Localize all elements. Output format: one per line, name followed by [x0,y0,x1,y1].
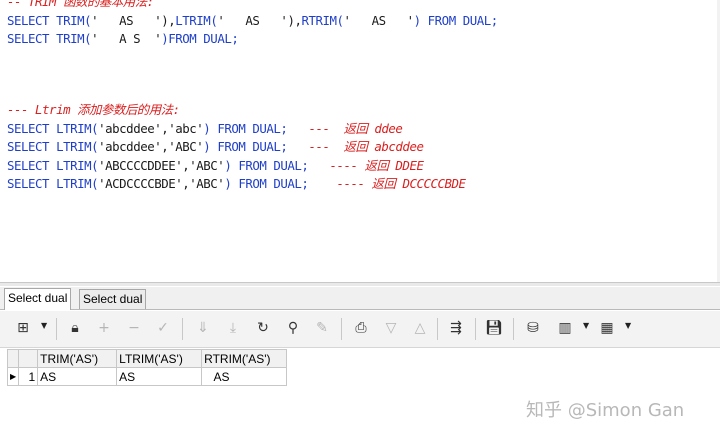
code-token: 'ABCCCCDDEE','ABC' [98,158,225,173]
toolbar-separator [341,318,342,340]
code-token: ), [161,13,176,28]
print-icon[interactable]: ⎙ [350,317,372,339]
code-token: 'ACDCCCCBDE','ABC' [98,176,225,191]
clear-icon[interactable]: ✎ [311,317,333,339]
code-token: 'abcddee','abc' [98,121,204,136]
dropdown-arrow-icon[interactable]: ▼ [41,321,47,330]
code-line[interactable]: -- TRIM 函数的基本用法: [7,0,154,11]
column-header[interactable]: RTRIM('AS') [201,349,288,368]
column-header[interactable]: TRIM('AS') [37,349,118,368]
find-icon[interactable]: ⚲ [282,317,304,339]
chart-icon[interactable]: ▥ [554,317,576,339]
post-changes-icon[interactable]: ✓ [152,317,174,339]
code-token: SELECT TRIM( [7,31,92,46]
result-grid: TRIM('AS') LTRIM('AS') RTRIM('AS') ▶ 1 A… [6,349,288,386]
code-line[interactable]: SELECT LTRIM('abcddee','abc') FROM DUAL;… [7,120,403,138]
toolbar-separator [56,318,57,340]
code-token: ) FROM DUAL; [413,13,499,28]
toolbar-separator [437,318,438,340]
result-tabs: Select dual Select dual [0,287,720,310]
grid-view-icon[interactable]: ⊞ [12,317,34,339]
code-line[interactable]: SELECT LTRIM('ABCCCCDDEE','ABC') FROM DU… [7,157,424,175]
tab-select-dual-1[interactable]: Select dual [4,288,72,310]
last-page-icon[interactable]: ⤓ [222,317,244,339]
dropdown-arrow-icon[interactable]: ▼ [625,321,631,330]
tab-select-dual-2[interactable]: Select dual [79,289,147,309]
code-token: ' AS ' [217,13,288,28]
code-line[interactable]: --- Ltrim 添加参数后的用法: [7,101,180,119]
query-by-example-icon[interactable]: ⇶ [445,317,467,339]
code-token: SELECT LTRIM( [7,139,99,154]
corner-cell [6,349,20,368]
pane-splitter[interactable] [0,283,720,286]
toolbar-separator [475,318,476,340]
code-token: --- Ltrim 添加参数后的用法: [7,102,180,117]
code-token: ' A S ' [91,31,162,46]
code-token: --- 返回 abcddee [308,139,424,154]
watermark: 知乎 @Simon Gan [526,400,685,421]
row-indicator-icon: ▶ [6,367,20,386]
add-row-icon[interactable]: + [93,317,115,339]
delete-row-icon[interactable]: − [123,317,145,339]
code-token: ), [287,13,302,28]
table-icon[interactable]: ▦ [596,317,618,339]
code-token: ' AS ' [343,13,415,28]
code-token: SELECT LTRIM( [7,176,99,191]
code-token: ) FROM DUAL; [224,158,330,173]
toolbar-separator [513,318,514,340]
refresh-icon[interactable]: ↻ [252,317,274,339]
code-token: SELECT LTRIM( [7,121,99,136]
code-line[interactable]: SELECT LTRIM('abcddee','ABC') FROM DUAL;… [7,138,424,156]
column-header[interactable]: LTRIM('AS') [116,349,203,368]
move-down-icon[interactable]: ▽ [380,317,402,339]
code-token: --- 返回 ddee [308,121,403,136]
sql-editor[interactable]: -- TRIM 函数的基本用法: SELECT TRIM(' AS '),LTRI… [0,0,720,283]
save-icon[interactable]: 💾︎ [483,317,505,339]
grid-header-row: TRIM('AS') LTRIM('AS') RTRIM('AS') [6,349,288,368]
code-token: ) FROM DUAL; [224,176,337,191]
cell-rtrim[interactable]: AS [201,367,288,386]
dropdown-arrow-icon[interactable]: ▼ [583,321,589,330]
code-token: 'abcddee','ABC' [98,139,204,154]
cell-trim[interactable]: AS [37,367,118,386]
code-token: ---- 返回 DCCCCCBDE [336,176,466,191]
table-row[interactable]: ▶ 1 AS AS AS [6,367,288,386]
code-token: ' AS ' [91,13,162,28]
cell-ltrim[interactable]: AS [116,367,203,386]
code-token: ) FROM DUAL; [203,139,309,154]
code-token: -- TRIM 函数的基本用法: [7,0,154,9]
code-token: ---- 返回 DDEE [329,158,424,173]
export-icon[interactable]: ⛁ [522,317,544,339]
row-number: 1 [18,367,39,386]
code-token: SELECT TRIM( [7,13,92,28]
code-token: LTRIM( [175,13,218,28]
toolbar-separator [182,318,183,340]
code-line[interactable]: SELECT LTRIM('ACDCCCCBDE','ABC') FROM DU… [7,175,466,193]
move-up-icon[interactable]: △ [409,317,431,339]
code-token: ) FROM DUAL; [203,121,309,136]
corner-cell [18,349,39,368]
code-token: RTRIM( [301,13,344,28]
lock-icon[interactable]: 🔒︎ [64,317,86,339]
code-line[interactable]: SELECT TRIM(' A S ')FROM DUAL; [7,30,239,48]
code-token: SELECT LTRIM( [7,158,99,173]
code-line[interactable]: SELECT TRIM(' AS '),LTRIM(' AS '),RTRIM(… [7,12,498,30]
code-token: )FROM DUAL; [161,31,239,46]
next-page-icon[interactable]: ⇓ [192,317,214,339]
grid-toolbar: ⊞ ▼ 🔒︎ + − ✓ ⇓ ⤓ ↻ ⚲ ✎ ⎙ ▽ △ ⇶ 💾︎ ⛁ ▥ ▼ … [0,311,720,348]
